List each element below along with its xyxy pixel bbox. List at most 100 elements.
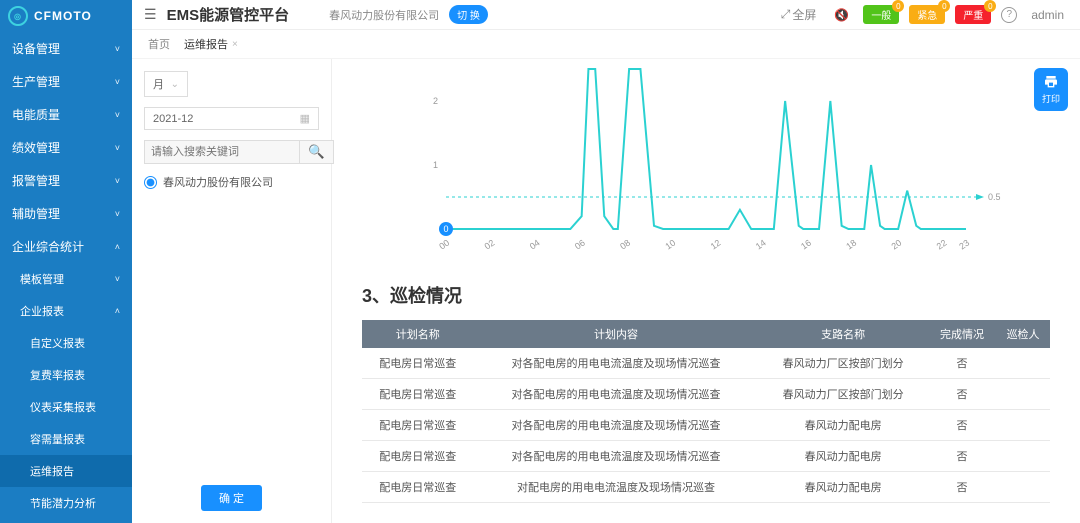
switch-org-button[interactable]: 切 换 bbox=[449, 5, 488, 24]
close-tab-icon[interactable]: × bbox=[232, 39, 238, 50]
table-cell bbox=[996, 410, 1050, 441]
svg-text:10: 10 bbox=[663, 238, 677, 252]
sidebar-item-label: 自定义报表 bbox=[30, 335, 85, 351]
table-cell: 春风动力配电房 bbox=[759, 441, 928, 472]
sidebar-item[interactable]: 电能质量˅ bbox=[0, 98, 132, 131]
sidebar-item[interactable]: 自定义报表 bbox=[0, 327, 132, 359]
logo: ◎ CFMOTO bbox=[0, 0, 132, 32]
table-row: 配电房日常巡查对各配电房的用电电流温度及现场情况巡查春风动力配电房否 bbox=[362, 441, 1050, 472]
table-cell: 配电房日常巡查 bbox=[362, 379, 474, 410]
section-title: 3、巡检情况 bbox=[362, 282, 1050, 308]
table-header: 巡检人 bbox=[996, 320, 1050, 348]
svg-text:12: 12 bbox=[709, 238, 723, 252]
filter-panel: 月 ⌄ 2021-12 ▦ 🔍 春风动力股份有限公司 确 定 bbox=[132, 59, 332, 523]
mute-icon[interactable]: 🔇 bbox=[834, 8, 849, 22]
table-cell: 对各配电房的用电电流温度及现场情况巡查 bbox=[474, 410, 759, 441]
sidebar-item[interactable]: 节能潜力分析 bbox=[0, 487, 132, 519]
sidebar-item[interactable]: 企业报表˄ bbox=[0, 295, 132, 327]
table-row: 配电房日常巡查对各配电房的用电电流温度及现场情况巡查春风动力厂区按部门划分否 bbox=[362, 348, 1050, 379]
svg-text:1: 1 bbox=[433, 160, 438, 170]
sidebar-menu: 设备管理˅生产管理˅电能质量˅绩效管理˅报警管理˅辅助管理˅企业综合统计˄模板管… bbox=[0, 32, 132, 523]
svg-text:23: 23 bbox=[957, 238, 971, 252]
svg-text:20: 20 bbox=[889, 238, 903, 252]
sidebar-item-label: 复费率报表 bbox=[30, 367, 85, 383]
sidebar-item-label: 报警管理 bbox=[12, 172, 60, 189]
svg-text:00: 00 bbox=[437, 238, 451, 252]
table-cell: 春风动力配电房 bbox=[759, 410, 928, 441]
table-cell: 对各配电房的用电电流温度及现场情况巡查 bbox=[474, 441, 759, 472]
help-icon[interactable]: ? bbox=[1001, 7, 1017, 23]
tab-bar: 首页 运维报告 × bbox=[132, 30, 1080, 59]
table-cell: 否 bbox=[928, 472, 996, 503]
chart: 12000204060810121416182022230.50 bbox=[362, 59, 1050, 262]
sidebar-item[interactable]: 辅助管理˅ bbox=[0, 197, 132, 230]
topbar: ☰ EMS能源管控平台 春风动力股份有限公司 切 换 ⤢ 全屏 🔇 一般0 紧急… bbox=[132, 0, 1080, 30]
sidebar-item-label: 运维报告 bbox=[30, 463, 74, 479]
svg-text:0: 0 bbox=[443, 224, 448, 234]
logo-text: CFMOTO bbox=[34, 9, 92, 23]
table-cell: 配电房日常巡查 bbox=[362, 348, 474, 379]
sidebar-item[interactable]: 企业综合统计 ˄ bbox=[0, 230, 132, 263]
inspection-table: 计划名称计划内容支路名称完成情况巡检人 配电房日常巡查对各配电房的用电电流温度及… bbox=[362, 320, 1050, 503]
svg-text:0.5: 0.5 bbox=[988, 192, 1001, 202]
alarm-general-button[interactable]: 一般0 bbox=[863, 5, 899, 24]
table-row: 配电房日常巡查对各配电房的用电电流温度及现场情况巡查春风动力配电房否 bbox=[362, 410, 1050, 441]
alarm-general-count: 0 bbox=[892, 0, 904, 12]
table-row: 配电房日常巡查对各配电房的用电电流温度及现场情况巡查春风动力厂区按部门划分否 bbox=[362, 379, 1050, 410]
sidebar-item[interactable]: 运维报告 bbox=[0, 455, 132, 487]
sidebar-item-label: 设备管理 bbox=[12, 40, 60, 57]
sidebar-item[interactable]: 报警管理˅ bbox=[0, 164, 132, 197]
sidebar-item[interactable]: 容需量报表 bbox=[0, 423, 132, 455]
org-radio[interactable]: 春风动力股份有限公司 bbox=[144, 174, 319, 190]
chevron-icon: ˄ bbox=[115, 306, 120, 316]
table-cell: 否 bbox=[928, 379, 996, 410]
svg-text:16: 16 bbox=[799, 238, 813, 252]
sidebar-item[interactable]: 生产管理 ˅ bbox=[0, 65, 132, 98]
tab-home[interactable]: 首页 bbox=[148, 36, 170, 52]
tab-report[interactable]: 运维报告 × bbox=[184, 36, 238, 52]
chevron-icon: ˅ bbox=[115, 209, 120, 219]
period-select[interactable]: 月 ⌄ bbox=[144, 71, 188, 97]
sidebar-item[interactable]: 复费率报表 bbox=[0, 359, 132, 391]
fullscreen-button[interactable]: ⤢ 全屏 bbox=[781, 6, 817, 23]
collapse-icon[interactable]: ☰ bbox=[144, 6, 157, 23]
fullscreen-label: 全屏 bbox=[792, 6, 816, 23]
sidebar-item[interactable]: 绩效管理˅ bbox=[0, 131, 132, 164]
sidebar-item-label: 节能潜力分析 bbox=[30, 495, 96, 511]
print-button[interactable]: 打印 bbox=[1034, 68, 1068, 111]
tab-report-label: 运维报告 bbox=[184, 36, 228, 52]
org-radio-label: 春风动力股份有限公司 bbox=[163, 174, 273, 190]
date-value: 2021-12 bbox=[153, 113, 193, 125]
sidebar-item[interactable]: 设备管理˅ bbox=[0, 32, 132, 65]
user-label[interactable]: admin bbox=[1031, 8, 1064, 22]
alarm-severe-button[interactable]: 严重0 bbox=[955, 5, 991, 24]
alarm-urgent-button[interactable]: 紧急0 bbox=[909, 5, 945, 24]
org-radio-input[interactable] bbox=[144, 176, 157, 189]
chevron-icon: ˅ bbox=[115, 77, 120, 87]
sidebar-item-label: 企业综合统计 bbox=[12, 238, 84, 255]
sidebar-item[interactable]: 仪表采集报表 bbox=[0, 391, 132, 423]
table-cell bbox=[996, 472, 1050, 503]
print-icon bbox=[1043, 74, 1059, 90]
table-header: 计划名称 bbox=[362, 320, 474, 348]
table-cell: 否 bbox=[928, 348, 996, 379]
svg-text:06: 06 bbox=[573, 238, 587, 252]
table-cell bbox=[996, 379, 1050, 410]
table-row: 配电房日常巡查对配电房的用电电流温度及现场情况巡查春风动力配电房否 bbox=[362, 472, 1050, 503]
chevron-down-icon: ⌄ bbox=[171, 79, 179, 90]
print-label: 打印 bbox=[1042, 92, 1060, 105]
sidebar-item-label: 生产管理 bbox=[12, 73, 60, 90]
table-header: 支路名称 bbox=[759, 320, 928, 348]
chevron-icon: ˄ bbox=[115, 242, 120, 252]
search-button[interactable]: 🔍 bbox=[300, 140, 334, 164]
table-cell: 春风动力配电房 bbox=[759, 472, 928, 503]
search-icon: 🔍 bbox=[308, 144, 325, 159]
sidebar-item[interactable]: 通讯状态 bbox=[0, 519, 132, 523]
table-cell: 对各配电房的用电电流温度及现场情况巡查 bbox=[474, 348, 759, 379]
date-picker[interactable]: 2021-12 ▦ bbox=[144, 107, 319, 130]
confirm-button[interactable]: 确 定 bbox=[201, 485, 262, 511]
table-cell: 否 bbox=[928, 410, 996, 441]
search-input[interactable] bbox=[144, 140, 300, 164]
sidebar-item[interactable]: 模板管理˅ bbox=[0, 263, 132, 295]
sidebar-item-label: 电能质量 bbox=[12, 106, 60, 123]
